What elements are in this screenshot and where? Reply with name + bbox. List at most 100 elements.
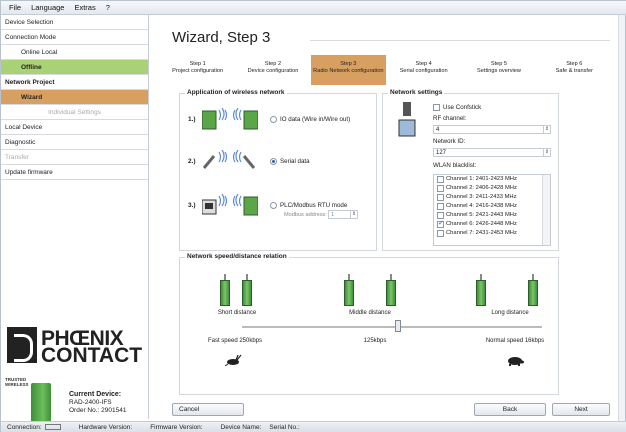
mid-speed-label: 125kbps [363,338,387,344]
serial-data-radio[interactable] [270,158,277,165]
modbus-address-label: Modbus address: [284,212,327,218]
speed-slider-track[interactable] [242,326,542,328]
network-id-input[interactable]: 127 ⇕ [433,148,551,157]
radio-device-icon [476,274,486,306]
back-button[interactable]: Back [474,403,546,416]
network-settings-title: Network settings [388,89,445,96]
menu-help[interactable]: ? [106,3,110,12]
list-item[interactable]: Channel 3: 2411-2433 MHz [434,193,550,202]
wlan-channel-label: Channel 6: 2426-2448 MHz [446,221,517,227]
rabbit-icon [224,354,242,366]
list-item[interactable]: Channel 2: 2406-2428 MHz [434,184,550,193]
status-connection: Connection: [7,424,61,431]
speed-distance-title: Network speed/distance relation [185,253,289,260]
sidebar-item-diagnostic[interactable]: Diagnostic [1,135,148,150]
modbus-address-value: 1 [331,212,335,218]
wlan-channel-label: Channel 7: 2431-2453 MHz [446,230,517,236]
list-item[interactable]: Channel 5: 2421-2443 MHz [434,211,550,220]
sidebar-item-connection-mode[interactable]: Connection Mode [1,30,148,45]
list-item[interactable]: Channel 7: 2431-2453 MHz [434,229,550,238]
current-device-order: Order No.: 2901541 [69,407,127,414]
wlan-checkbox[interactable] [437,194,444,201]
app-row-plc-modbus: 3.) PLC/Modbus RTU mode Modbus address: … [188,194,374,219]
network-id-label: Network ID: [433,138,466,145]
io-data-radio[interactable] [270,116,277,123]
network-settings-group: Network settings Use Confstick RF channe… [382,89,559,251]
use-confstick-checkbox[interactable] [433,104,440,111]
menu-language[interactable]: Language [31,3,64,12]
app-row-number: 3.) [188,202,196,209]
step-6[interactable]: Step 6 Safe & transfer [537,55,612,85]
step-label: Project configuration [172,67,224,74]
sidebar-item-individual-settings: Individual Settings [1,105,148,120]
wizard-steps: Step 1 Project configuration Step 2 Device… [160,55,612,85]
wlan-checkbox[interactable] [437,219,444,228]
wlan-channel-label: Channel 4: 2416-2438 MHz [446,203,517,209]
short-distance-label: Short distance [217,310,257,316]
current-device-info: Current Device: RAD-2400-IFS Order No.: … [69,391,126,415]
wlan-checkbox[interactable] [437,212,444,219]
title-divider [310,40,610,41]
status-bar: Connection: Hardware Version: Firmware V… [1,421,626,432]
step-3[interactable]: Step 3 Radio Network configuration [310,55,386,85]
sidebar-item-network-project[interactable]: Network Project [1,75,148,90]
step-4[interactable]: Step 4 Serial configuration [386,55,461,85]
main-scrollbar[interactable] [618,15,625,421]
sidebar-item-online-local[interactable]: Online Local [1,45,148,60]
use-confstick-label: Use Confstick [443,104,482,111]
confstick-icon [398,102,416,137]
step-label: Radio Network configuration [313,67,384,74]
sidebar-item-transfer: Transfer [1,150,148,165]
spin-icon[interactable]: ⇕ [543,149,550,156]
wlan-checkbox[interactable] [437,176,444,183]
app-row-number: 2.) [188,158,196,165]
normal-speed-label: Normal speed 16kbps [485,338,545,344]
status-connection-label: Connection: [7,424,42,431]
application-group-title: Application of wireless network [185,89,287,96]
cancel-button[interactable]: Cancel [172,403,244,416]
wlan-checkbox[interactable] [437,203,444,210]
wlan-channel-label: Channel 1: 2401-2423 MHz [446,176,517,182]
list-item[interactable]: Channel 6: 2426-2448 MHz [434,219,550,229]
wlan-checkbox[interactable] [437,185,444,192]
modbus-address-input[interactable]: 1 ⇕ [328,210,358,219]
plc-modbus-label: PLC/Modbus RTU mode [280,202,348,209]
radio-device-icon [344,274,354,306]
menu-file[interactable]: File [9,3,21,12]
fast-speed-label: Fast speed 250kbps [207,338,263,344]
list-item[interactable]: Channel 1: 2401-2423 MHz [434,175,550,184]
app-window: File Language Extras ? Device Selection … [0,0,626,432]
plc-modbus-radio[interactable] [270,202,277,209]
spin-icon[interactable]: ⇕ [350,211,357,218]
radio-device-icon [528,274,538,306]
current-device-heading: Current Device: [69,391,122,398]
sidebar-item-wizard[interactable]: Wizard [1,90,148,105]
rf-channel-label: RF channel: [433,115,467,122]
rf-channel-value: 4 [436,127,440,133]
menu-extras[interactable]: Extras [74,3,95,12]
wlan-scrollbar[interactable] [542,175,550,245]
menu-bar: File Language Extras ? [1,1,626,15]
io-data-label: IO data (Wire in/Wire out) [280,116,351,123]
wlan-checkbox[interactable] [437,230,444,237]
next-button[interactable]: Next [552,403,610,416]
io-data-devices-icon [202,108,258,130]
spin-icon[interactable]: ⇕ [543,126,550,133]
serial-data-label: Serial data [280,158,310,165]
wlan-blacklist-list[interactable]: Channel 1: 2401-2423 MHz Channel 2: 2406… [433,174,551,246]
network-id-value: 127 [436,150,447,156]
sidebar-item-update-firmware[interactable]: Update firmware [1,165,148,180]
step-1[interactable]: Step 1 Project configuration [160,55,235,85]
list-item[interactable]: Channel 4: 2416-2438 MHz [434,202,550,211]
step-5[interactable]: Step 5 Settings overview [461,55,536,85]
step-2[interactable]: Step 2 Device configuration [235,55,310,85]
sidebar-item-device-selection[interactable]: Device Selection [1,15,148,30]
wizard-panel: Wizard, Step 3 Step 1 Project configurati… [150,15,620,419]
status-firmware-version: Firmware Version: [150,424,203,431]
status-hardware-version: Hardware Version: [78,424,133,431]
speed-slider-thumb[interactable] [395,320,401,332]
sidebar-item-offline[interactable]: Offline [1,60,148,75]
rf-channel-input[interactable]: 4 ⇕ [433,125,551,134]
sidebar-item-local-device[interactable]: Local Device [1,120,148,135]
status-serial-number: Serial No.: [269,424,300,431]
